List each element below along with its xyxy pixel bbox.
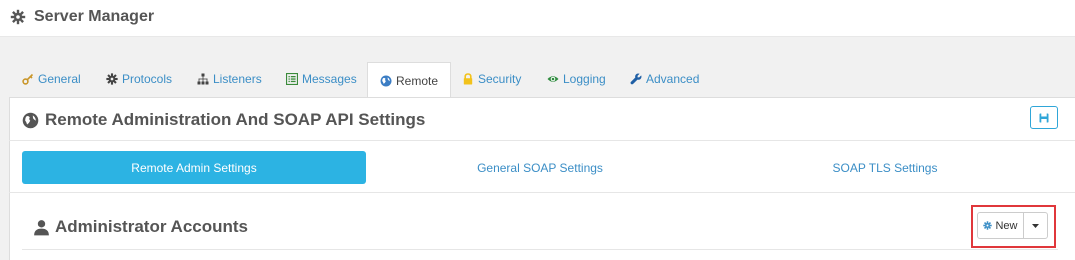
tab-general-label: General bbox=[38, 72, 81, 86]
subtab-general-soap-settings[interactable]: General SOAP Settings bbox=[390, 151, 690, 184]
wrench-icon bbox=[630, 73, 642, 85]
section-title-text: Remote Administration And SOAP API Setti… bbox=[45, 110, 426, 129]
subtabs-divider bbox=[9, 192, 1075, 193]
tab-listeners[interactable]: Listeners bbox=[197, 61, 262, 97]
accounts-title: Administrator Accounts bbox=[33, 215, 248, 239]
subtab-soap-tls-settings-label: SOAP TLS Settings bbox=[832, 160, 938, 175]
list-icon bbox=[286, 73, 298, 85]
tab-messages-label: Messages bbox=[302, 72, 357, 86]
section-divider bbox=[9, 140, 1075, 141]
new-button[interactable]: New bbox=[978, 213, 1024, 238]
top-bar: Server Manager bbox=[0, 0, 1075, 37]
tab-messages[interactable]: Messages bbox=[286, 61, 357, 97]
globe-icon bbox=[22, 112, 39, 129]
subtab-soap-tls-settings[interactable]: SOAP TLS Settings bbox=[735, 151, 1035, 184]
tab-advanced-label: Advanced bbox=[646, 72, 700, 86]
app-title: Server Manager bbox=[10, 7, 154, 27]
floppy-disk-icon bbox=[1039, 113, 1049, 123]
gear-icon bbox=[106, 73, 118, 85]
gear-icon bbox=[983, 221, 993, 230]
user-icon bbox=[33, 219, 50, 236]
key-icon bbox=[22, 73, 34, 85]
save-button[interactable] bbox=[1030, 106, 1058, 129]
tab-general[interactable]: General bbox=[22, 61, 81, 97]
tab-protocols[interactable]: Protocols bbox=[106, 61, 172, 97]
accounts-title-text: Administrator Accounts bbox=[55, 217, 249, 236]
app-title-text: Server Manager bbox=[34, 8, 155, 25]
subtab-remote-admin-settings[interactable]: Remote Admin Settings bbox=[22, 151, 366, 184]
tab-remote-label: Remote bbox=[396, 73, 439, 88]
eye-icon bbox=[547, 73, 559, 85]
accounts-divider bbox=[22, 249, 1058, 250]
subtab-general-soap-settings-label: General SOAP Settings bbox=[477, 160, 603, 175]
tab-remote[interactable]: Remote bbox=[367, 62, 452, 98]
tab-logging-label: Logging bbox=[563, 72, 606, 86]
globe-icon bbox=[380, 75, 392, 87]
tab-security-label: Security bbox=[478, 72, 522, 86]
subtab-remote-admin-settings-label: Remote Admin Settings bbox=[131, 160, 257, 175]
tab-logging[interactable]: Logging bbox=[547, 61, 606, 97]
gear-icon bbox=[10, 9, 26, 25]
main-tabs: General Protocols Listeners Messages Rem… bbox=[0, 61, 1075, 98]
tab-protocols-label: Protocols bbox=[122, 72, 173, 86]
new-button-group: New bbox=[977, 212, 1048, 239]
section-title: Remote Administration And SOAP API Setti… bbox=[22, 108, 425, 132]
caret-down-icon bbox=[1032, 223, 1039, 228]
tab-security[interactable]: Security bbox=[462, 61, 521, 97]
new-dropdown-toggle[interactable] bbox=[1024, 213, 1047, 238]
lock-icon bbox=[462, 73, 474, 85]
sitemap-icon bbox=[197, 73, 209, 85]
tab-listeners-label: Listeners bbox=[213, 72, 262, 86]
new-button-label: New bbox=[995, 219, 1018, 232]
tab-advanced[interactable]: Advanced bbox=[630, 61, 699, 97]
